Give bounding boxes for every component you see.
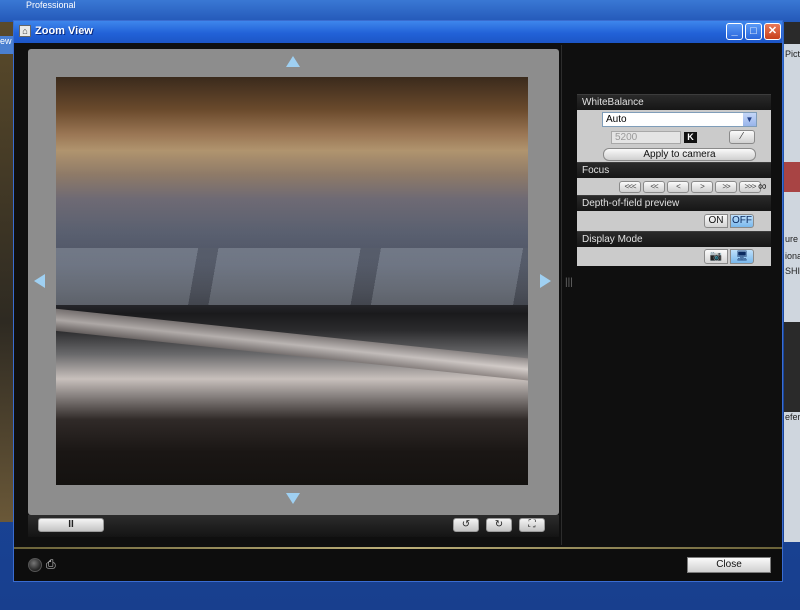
dof-off-button[interactable]: OFF [730, 214, 754, 228]
camera-status-icon [28, 558, 42, 572]
dof-on-button[interactable]: ON [704, 214, 728, 228]
rotate-right-button[interactable]: ↻ [486, 518, 512, 532]
zoom-image-panel [28, 49, 559, 515]
pan-down-arrow-icon[interactable] [286, 493, 300, 504]
desktop-label: Professional [26, 0, 76, 10]
white-balance-value: Auto [606, 114, 627, 125]
panel-splitter[interactable] [561, 45, 562, 545]
focus-near-1-button[interactable]: < [667, 181, 689, 193]
pan-right-arrow-icon[interactable] [540, 274, 551, 288]
white-balance-header: WhiteBalance [577, 94, 771, 110]
zoom-view-window: ⌂ Zoom View _ □ ✕ II ↺ ↻ ⛶ ||| WhiteBala… [13, 20, 783, 582]
viewer-control-bar: II ↺ ↻ ⛶ [28, 515, 559, 537]
eyedropper-button[interactable]: ⁄ [729, 130, 755, 144]
title-bar[interactable]: ⌂ Zoom View _ □ ✕ [14, 21, 782, 43]
background-bar [784, 322, 800, 412]
image-detail [56, 306, 528, 384]
rotate-left-button[interactable]: ↺ [453, 518, 479, 532]
display-mode-section: 📷 🖥 [577, 247, 771, 266]
eyedropper-icon: ⁄ [741, 131, 743, 142]
infinity-icon: ∞ [758, 179, 767, 193]
background-bar [784, 162, 800, 192]
focus-section: <<< << < > >> >>> ∞ [577, 178, 771, 195]
focus-far-1-button[interactable]: > [691, 181, 713, 193]
display-mode-header: Display Mode [577, 231, 771, 247]
camera-icon: 📷 [709, 251, 723, 262]
background-text: iona [785, 251, 800, 261]
close-window-button[interactable]: ✕ [764, 23, 781, 40]
focus-near-2-button[interactable]: << [643, 181, 665, 193]
kelvin-input[interactable]: 5200 [611, 131, 681, 144]
pause-button[interactable]: II [38, 518, 104, 532]
pan-up-arrow-icon[interactable] [286, 56, 300, 67]
depth-of-field-section: ON OFF [577, 211, 771, 231]
image-detail [56, 248, 528, 306]
footer-bar: ⎙ Close [14, 549, 782, 581]
display-pc-button[interactable]: 🖥 [730, 249, 754, 264]
background-bar [784, 22, 800, 44]
background-text: ure S [785, 234, 800, 244]
display-camera-button[interactable]: 📷 [704, 249, 728, 264]
app-icon: ⌂ [19, 25, 31, 37]
white-balance-section: Auto ▼ 5200 K ⁄ Apply to camera [577, 110, 771, 162]
focus-header: Focus [577, 162, 771, 178]
kelvin-unit-label: K [684, 132, 697, 143]
zoomed-live-image[interactable] [56, 77, 528, 485]
background-window-right: Pictu ure S iona SHI efere [784, 22, 800, 542]
fit-screen-button[interactable]: ⛶ [519, 518, 545, 532]
splitter-grip-icon[interactable]: ||| [565, 277, 573, 288]
background-text: Pictu [785, 49, 800, 59]
apply-to-camera-button[interactable]: Apply to camera [603, 148, 756, 161]
background-text: efere [785, 412, 800, 422]
pan-left-arrow-icon[interactable] [34, 274, 45, 288]
chevron-down-icon[interactable]: ▼ [743, 113, 756, 126]
background-window-left [0, 22, 14, 522]
window-title: Zoom View [35, 25, 93, 37]
focus-far-2-button[interactable]: >> [715, 181, 737, 193]
maximize-button[interactable]: □ [745, 23, 762, 40]
background-text: SHI [785, 266, 800, 276]
settings-panel: WhiteBalance Auto ▼ 5200 K ⁄ Apply to ca… [577, 94, 771, 266]
depth-of-field-header: Depth-of-field preview [577, 195, 771, 211]
desktop-top-strip: Professional [0, 0, 800, 22]
minimize-button[interactable]: _ [726, 23, 743, 40]
background-tab-left[interactable]: ew [0, 36, 14, 54]
monitor-icon: 🖥 [735, 251, 749, 262]
close-button[interactable]: Close [687, 557, 771, 573]
focus-near-3-button[interactable]: <<< [619, 181, 641, 193]
camera-link-icon[interactable]: ⎙ [46, 557, 64, 571]
white-balance-select[interactable]: Auto ▼ [602, 112, 757, 127]
